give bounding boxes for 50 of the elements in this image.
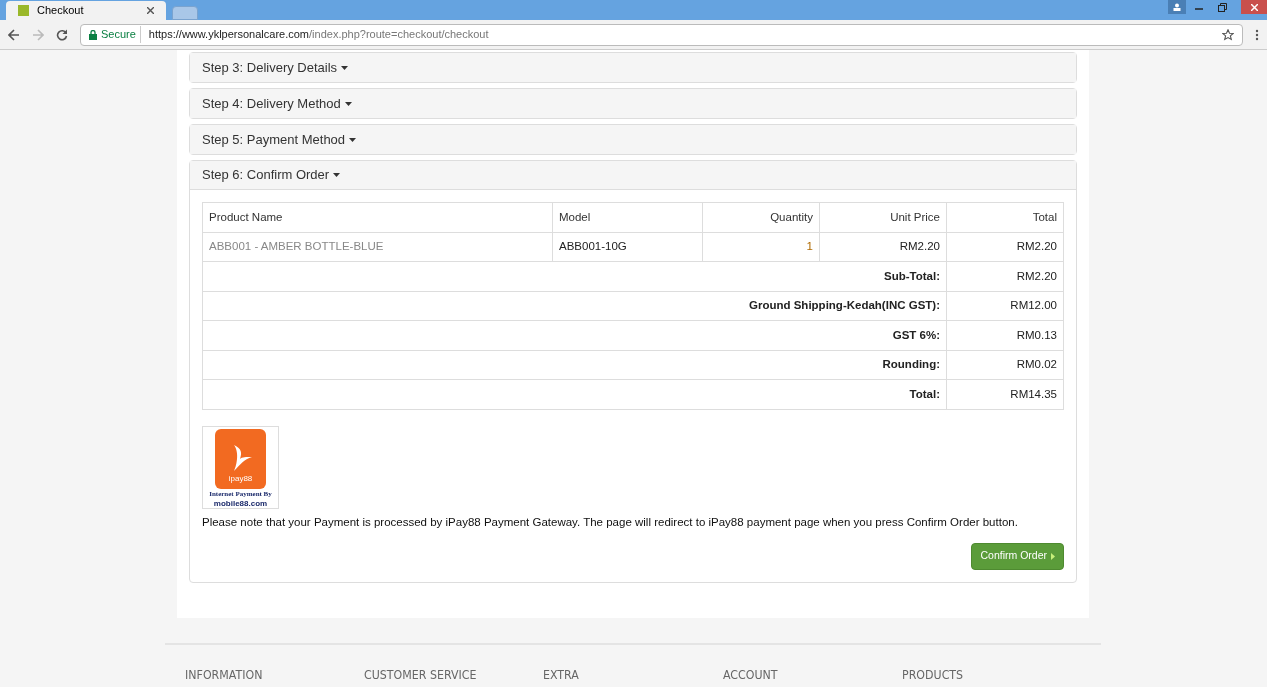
caret-icon <box>333 173 341 177</box>
total-label: Ground Shipping-Kedah(INC GST): <box>202 291 947 321</box>
total-value: RM0.02 <box>946 350 1064 380</box>
total-label: Sub-Total: <box>202 261 947 291</box>
caret-icon <box>349 137 357 142</box>
close-window-icon[interactable] <box>1241 0 1267 14</box>
star-icon[interactable] <box>1222 28 1234 41</box>
restore-icon[interactable] <box>1218 2 1227 12</box>
back-icon[interactable] <box>8 28 20 41</box>
column-header: Total <box>946 202 1064 232</box>
table-cell: RM2.20 <box>819 232 947 262</box>
footer-heading: PRODUCTS <box>901 666 964 684</box>
secure-label: Secure <box>101 26 141 43</box>
caret-icon <box>341 65 349 70</box>
footer-heading: EXTRA <box>543 666 581 684</box>
url-text: https://www.yklpersonalcare.com/index.php?route=checkout/checkout <box>147 27 489 43</box>
site-favicon <box>18 5 29 16</box>
column-header: Model <box>552 202 703 232</box>
lock-icon <box>89 29 97 40</box>
footer-heading: ACCOUNT <box>722 666 779 684</box>
step-heading[interactable]: Step 6: Confirm Order <box>190 161 1076 190</box>
total-value: RM12.00 <box>946 291 1064 321</box>
reload-icon[interactable] <box>56 28 68 41</box>
total-label: Rounding: <box>202 350 947 380</box>
step-heading[interactable]: Step 4: Delivery Method <box>190 89 1076 118</box>
logo-text: ipay88 <box>228 473 253 485</box>
total-value: RM14.35 <box>946 379 1064 409</box>
browser-tab[interactable]: Checkout <box>6 1 166 20</box>
total-value: RM0.13 <box>946 320 1064 350</box>
footer-heading: CUSTOMER SERVICE <box>364 666 478 684</box>
column-header: Unit Price <box>819 202 947 232</box>
footer-heading: INFORMATION <box>185 666 264 684</box>
table-cell: ABB001-10G <box>552 232 703 262</box>
table-cell: RM2.20 <box>946 232 1064 262</box>
total-label: Total: <box>202 379 947 409</box>
table-cell: 1 <box>702 232 820 262</box>
address-bar[interactable]: Secure https://www.yklpersonalcare.com/index.php?route=checkout/checkout <box>80 23 1243 46</box>
menu-icon[interactable] <box>1255 28 1259 41</box>
total-label: GST 6%: <box>202 320 947 350</box>
caret-icon <box>1051 552 1055 560</box>
payment-note: Please note that your Payment is processed by iPay88 Payment Gateway. The page will redirect to iPay88 payment page when you press Confirm Order button. <box>202 514 1019 530</box>
total-value: RM2.20 <box>946 261 1064 291</box>
column-header: Quantity <box>702 202 820 232</box>
caret-icon <box>344 101 352 106</box>
step-heading[interactable]: Step 3: Delivery Details <box>190 53 1076 82</box>
logo-caption: mobile88.com <box>213 499 268 508</box>
profile-icon[interactable] <box>1168 0 1186 14</box>
step-heading[interactable]: Step 5: Payment Method <box>190 125 1076 154</box>
column-header: Product Name <box>202 202 553 232</box>
close-icon[interactable] <box>147 7 154 14</box>
